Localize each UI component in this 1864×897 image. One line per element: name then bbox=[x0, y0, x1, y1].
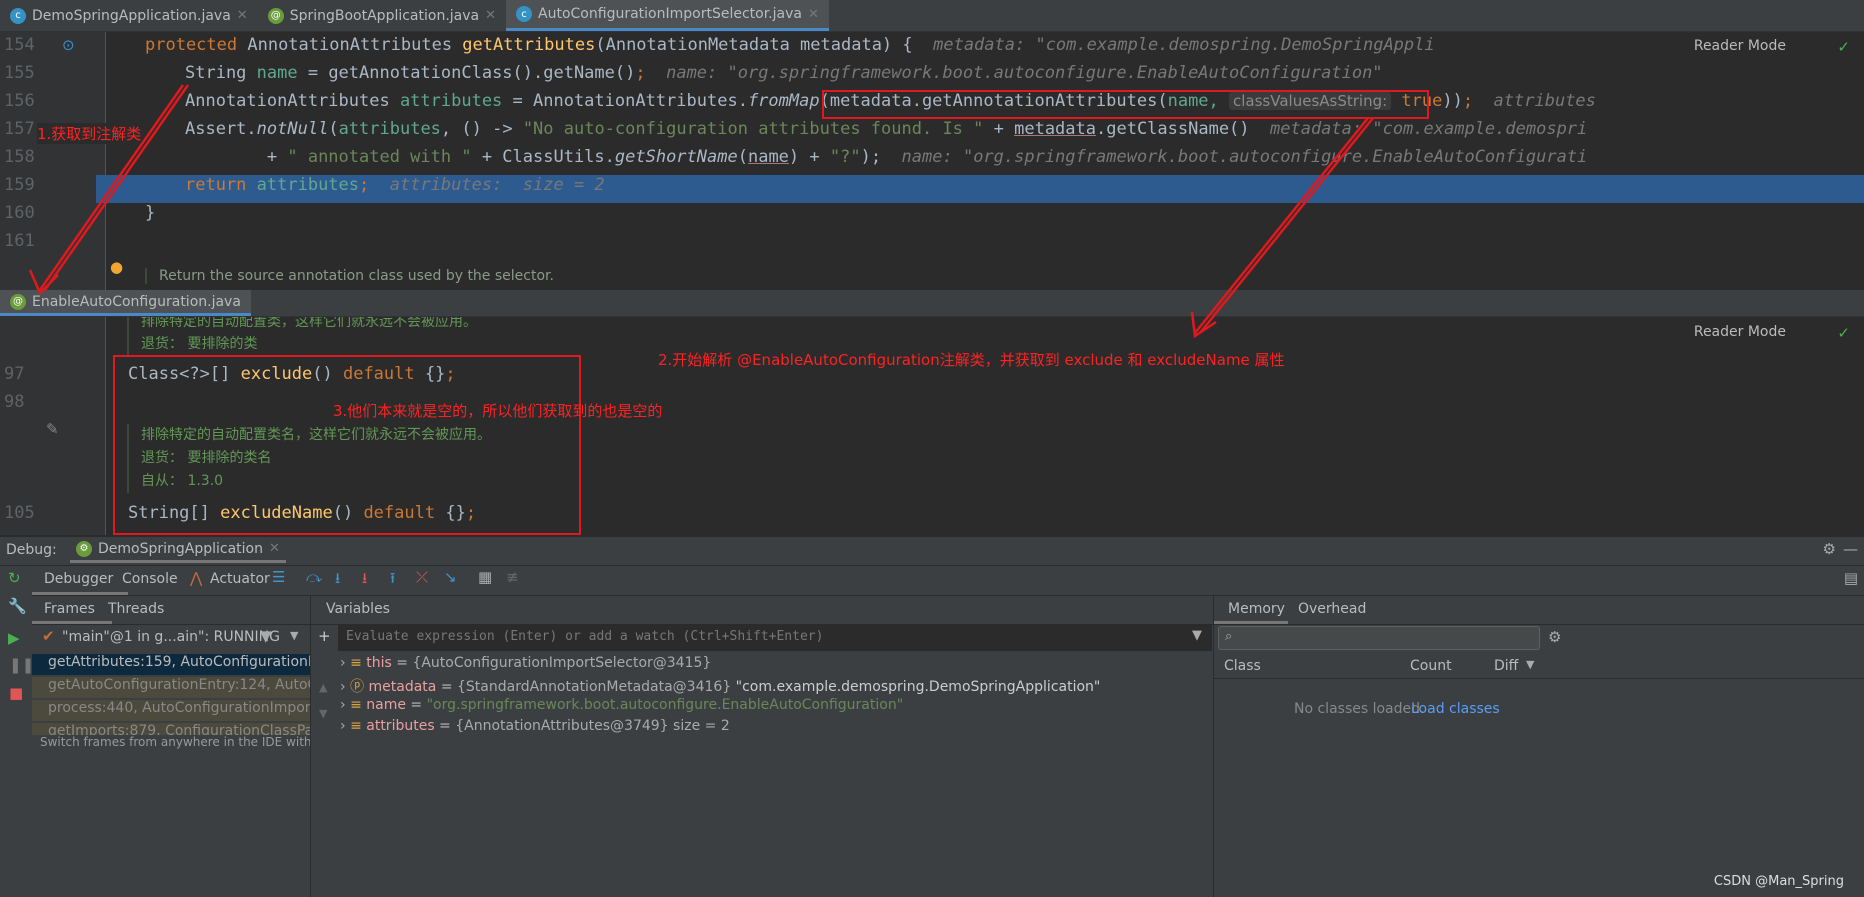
variable-value: {AutoConfigurationImportSelector@3415} bbox=[412, 655, 712, 671]
equals: = bbox=[405, 697, 427, 713]
drop-frame-icon[interactable]: ⤫ bbox=[416, 568, 428, 586]
debug-label: Debug: bbox=[6, 542, 57, 558]
frame-item[interactable]: getAttributes:159, AutoConfigurationImpo… bbox=[32, 654, 310, 675]
tab-overhead[interactable]: Overhead bbox=[1298, 601, 1366, 617]
frames-hint: Switch frames from anywhere in the IDE w… bbox=[32, 735, 310, 757]
tab-actuator[interactable]: Actuator bbox=[210, 571, 270, 587]
equals: = bbox=[436, 679, 458, 695]
variable-extra: size = 2 bbox=[668, 718, 730, 734]
evaluate-expression-icon[interactable]: ▦ bbox=[478, 568, 492, 586]
scroll-down-icon[interactable]: ▼ bbox=[319, 707, 327, 720]
column-count[interactable]: Count bbox=[1410, 658, 1452, 674]
variable-value: {AnnotationAttributes@3749} bbox=[455, 718, 669, 734]
tab-frames[interactable]: Frames bbox=[32, 597, 112, 624]
filter-icon[interactable]: ▼ bbox=[260, 627, 272, 645]
gear-icon[interactable]: ⚙ bbox=[1548, 628, 1561, 646]
debug-session-tab[interactable]: ⚙ DemoSpringApplication ✕ bbox=[70, 537, 286, 563]
layout-icon[interactable]: ☰ bbox=[272, 568, 285, 586]
no-classes-text: No classes loaded. bbox=[1294, 701, 1425, 717]
variable-row[interactable]: › ≡ attributes = {AnnotationAttributes@3… bbox=[340, 718, 730, 734]
load-classes-link[interactable]: Load classes bbox=[1411, 701, 1500, 717]
frame-item[interactable]: process:440, AutoConfigurationImportSele… bbox=[32, 700, 310, 721]
expand-icon: › bbox=[340, 655, 351, 671]
field-icon: ≡ bbox=[350, 655, 367, 671]
minimize-icon[interactable]: — bbox=[1843, 540, 1858, 558]
rerun-icon[interactable]: ↻ bbox=[8, 569, 21, 587]
session-label: DemoSpringApplication bbox=[98, 540, 263, 557]
field-icon: ≡ bbox=[350, 697, 367, 713]
tab-debugger[interactable]: Debugger bbox=[32, 567, 128, 595]
variable-value: "org.springframework.boot.autoconfigure.… bbox=[426, 697, 904, 713]
wrench-icon[interactable]: 🔧 bbox=[8, 597, 27, 615]
add-watch-icon[interactable]: + bbox=[318, 627, 331, 645]
tab-memory[interactable]: Memory bbox=[1214, 597, 1288, 624]
tab-label: Frames bbox=[44, 601, 95, 617]
frame-item[interactable]: getAutoConfigurationEntry:124, AutoConfi… bbox=[32, 677, 310, 698]
step-into-icon[interactable]: ⭳ bbox=[335, 568, 340, 593]
pause-icon[interactable]: ❚❚ bbox=[9, 656, 34, 674]
field-icon: ≡ bbox=[350, 718, 367, 734]
variables-title: Variables bbox=[326, 601, 390, 617]
tab-label: Memory bbox=[1228, 601, 1285, 617]
thread-selector[interactable]: "main"@1 in g...ain": RUNNING bbox=[62, 629, 280, 645]
watermark: CSDN @Man_Spring bbox=[1713, 874, 1844, 889]
arrow-line-2 bbox=[1194, 117, 1369, 334]
step-out-icon[interactable]: ⭱ bbox=[390, 568, 395, 593]
spring-app-icon: ⚙ bbox=[76, 540, 92, 557]
variable-row[interactable]: › ≡ this = {AutoConfigurationImportSelec… bbox=[340, 655, 711, 671]
variable-name: name bbox=[366, 697, 406, 713]
evaluate-placeholder: Evaluate expression (Enter) or add a wat… bbox=[346, 629, 824, 644]
arrow-line-1b bbox=[43, 84, 190, 291]
memory-table-header: Class Count Diff ▼ bbox=[1214, 655, 1864, 679]
layout-options-icon[interactable]: ▤ bbox=[1844, 569, 1858, 587]
variable-extra: "com.example.demospring.DemoSpringApplic… bbox=[731, 679, 1101, 695]
step-over-icon[interactable]: ⤼ bbox=[306, 568, 322, 586]
variable-row[interactable]: › ⓟ metadata = {StandardAnnotationMetada… bbox=[340, 676, 1100, 696]
column-diff[interactable]: Diff bbox=[1494, 658, 1518, 674]
thread-check-icon: ✔ bbox=[42, 627, 55, 645]
trace-icon[interactable]: ≢ bbox=[506, 568, 519, 586]
expand-icon: › bbox=[340, 679, 351, 695]
search-icon: ⌕ bbox=[1225, 629, 1233, 644]
parameter-icon: ⓟ bbox=[350, 679, 369, 695]
evaluate-input[interactable]: Evaluate expression (Enter) or add a wat… bbox=[338, 625, 1212, 651]
force-step-into-icon[interactable]: ⭳ bbox=[362, 568, 367, 593]
run-to-cursor-icon[interactable]: ↘ bbox=[444, 568, 457, 586]
expand-icon: › bbox=[340, 697, 351, 713]
column-class[interactable]: Class bbox=[1224, 658, 1261, 674]
debug-panel: Debug: ⚙ DemoSpringApplication ✕ ⚙ — ↻ 🔧… bbox=[0, 537, 1864, 897]
equals: = bbox=[391, 655, 413, 671]
memory-search-input[interactable]: ⌕ bbox=[1218, 626, 1540, 650]
gear-icon[interactable]: ⚙ bbox=[1823, 540, 1836, 558]
stop-icon[interactable]: ■ bbox=[9, 684, 23, 702]
resume-icon[interactable]: ▶ bbox=[8, 629, 20, 647]
arrow-head-1 bbox=[28, 269, 59, 296]
actuator-icon: ⋀ bbox=[190, 569, 203, 587]
tab-console[interactable]: Console bbox=[122, 571, 178, 587]
chevron-down-icon[interactable]: ▼ bbox=[290, 629, 298, 642]
expand-icon: › bbox=[340, 718, 351, 734]
scroll-up-icon[interactable]: ▲ bbox=[319, 681, 327, 694]
tab-threads[interactable]: Threads bbox=[108, 601, 164, 617]
chevron-down-icon[interactable]: ▼ bbox=[1526, 658, 1534, 671]
variable-row[interactable]: › ≡ name = "org.springframework.boot.aut… bbox=[340, 697, 903, 713]
variable-name: attributes bbox=[366, 718, 435, 734]
arrow-line-2b bbox=[1199, 117, 1374, 334]
history-dropdown-icon[interactable]: ▼ bbox=[1192, 628, 1202, 643]
variable-name: metadata bbox=[368, 679, 437, 695]
variable-value: {StandardAnnotationMetadata@3416} bbox=[457, 679, 732, 695]
arrow-line-1 bbox=[38, 84, 185, 291]
tab-label: Debugger bbox=[44, 571, 114, 587]
variable-name: this bbox=[366, 655, 392, 671]
equals: = bbox=[434, 718, 456, 734]
close-icon[interactable]: ✕ bbox=[269, 541, 280, 556]
